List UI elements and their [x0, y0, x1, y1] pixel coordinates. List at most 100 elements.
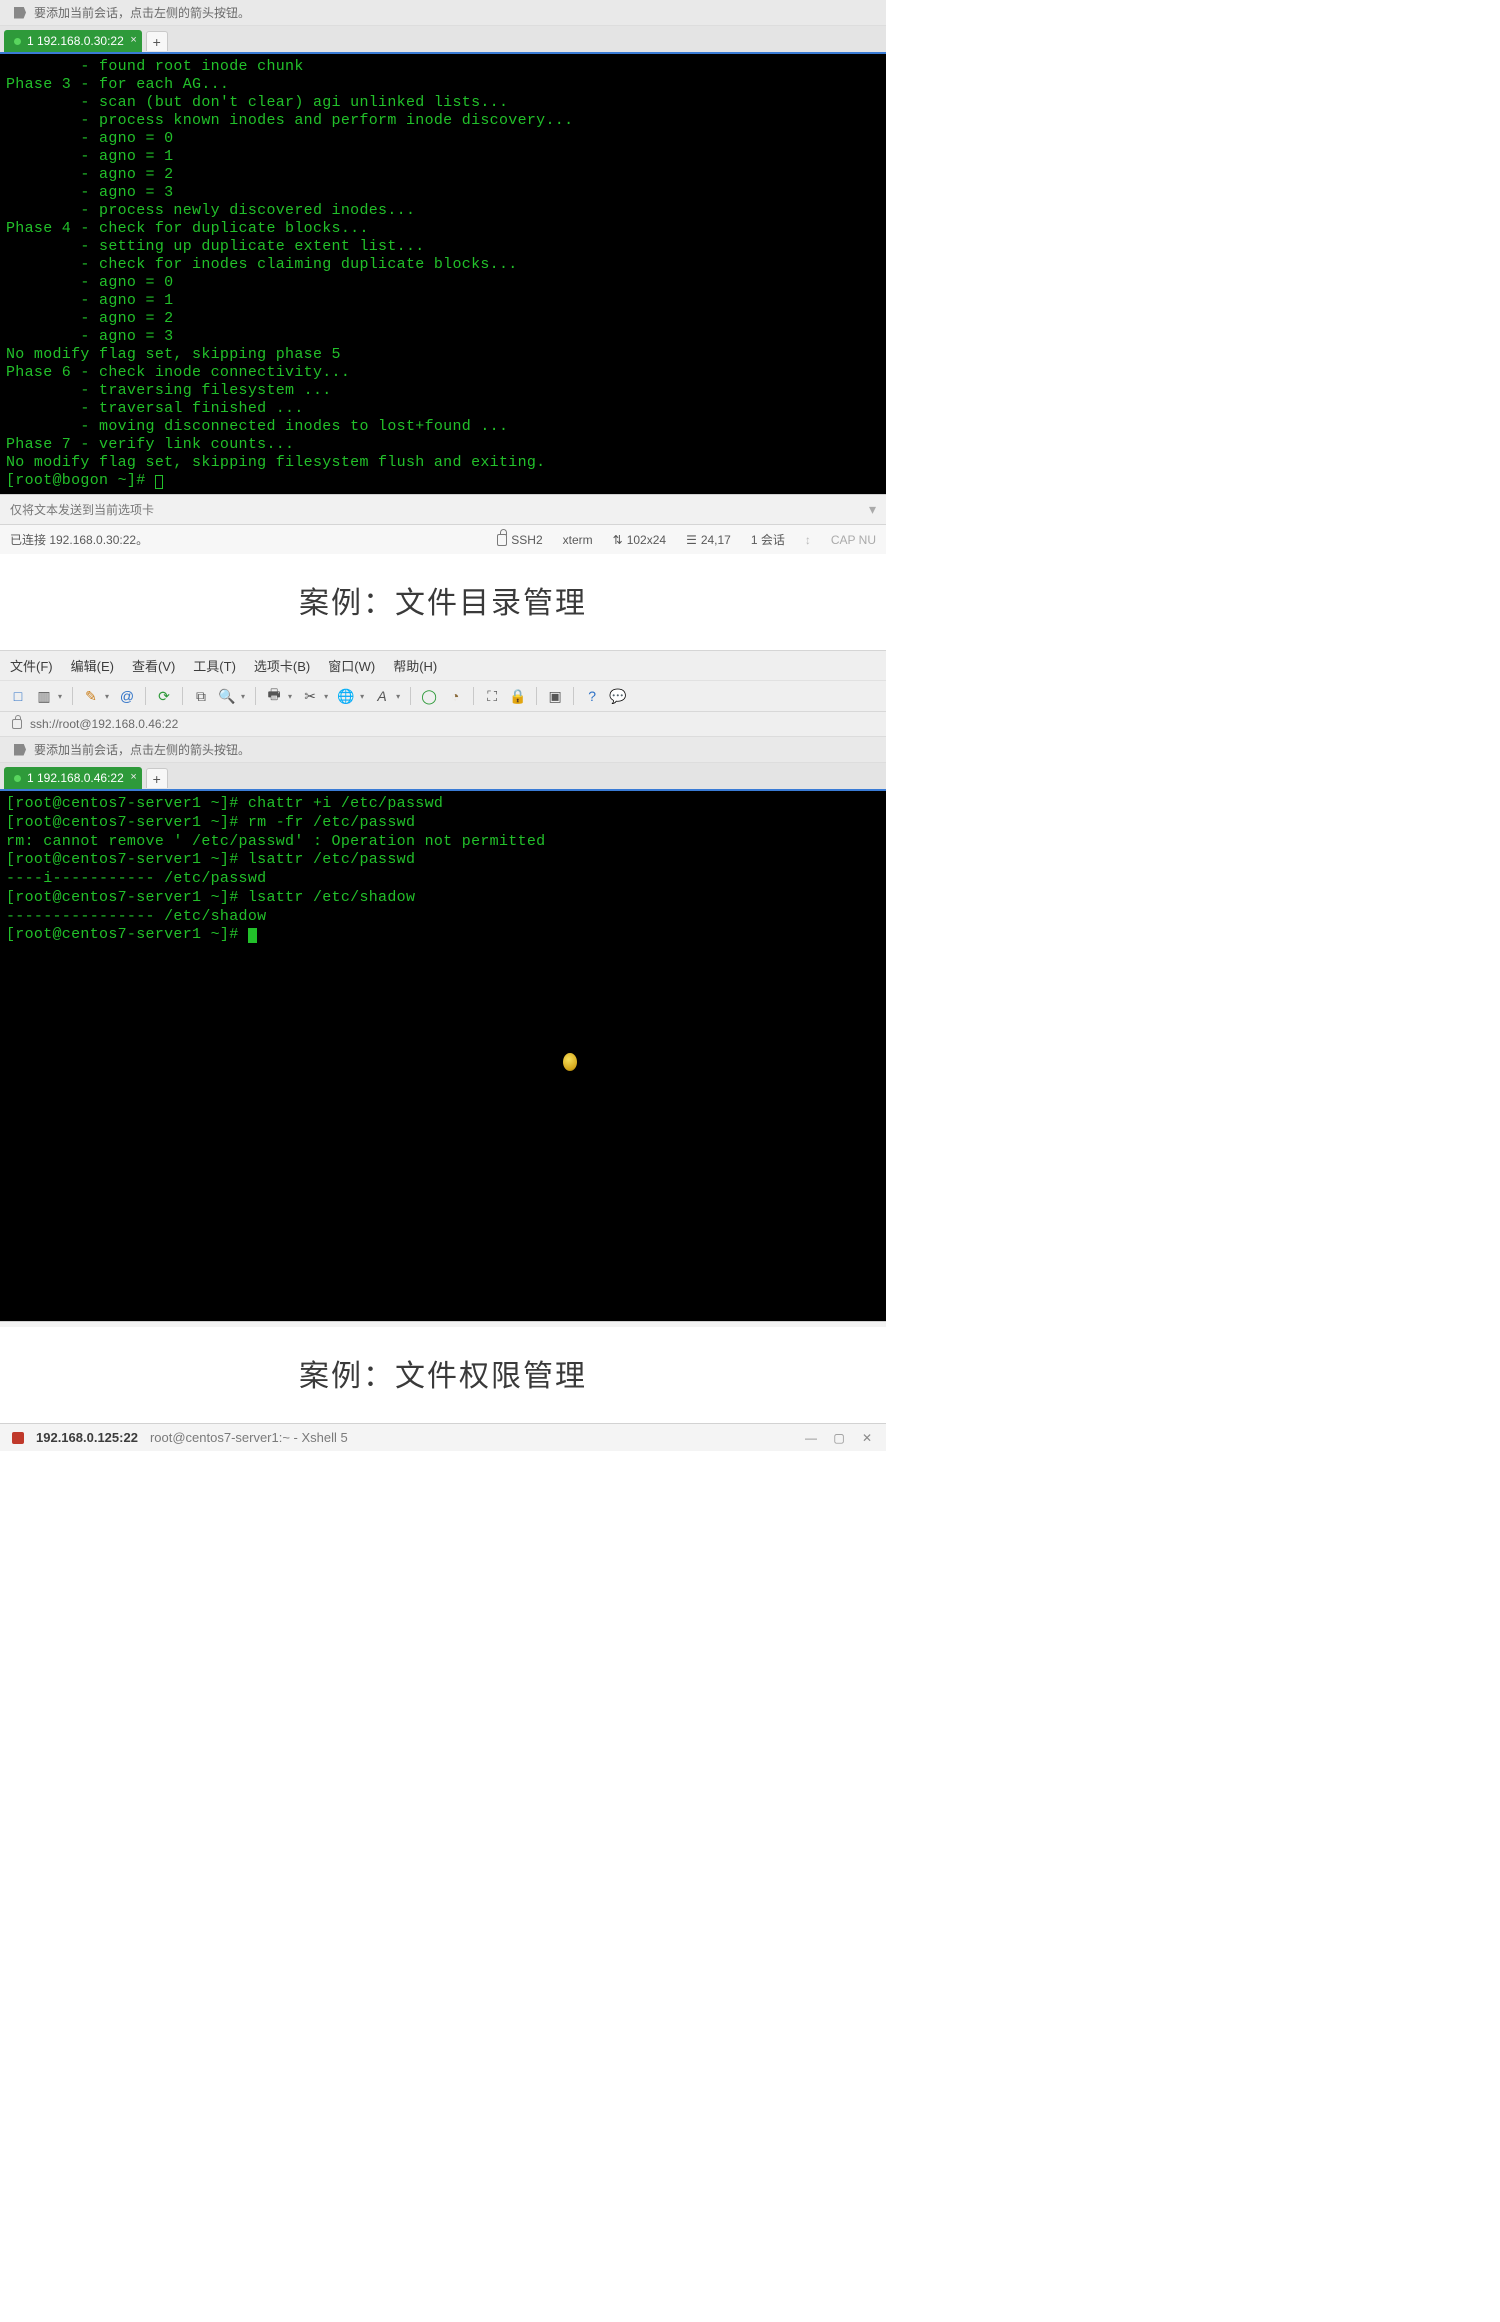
fullscreen-icon[interactable]: ⛶ — [484, 688, 500, 704]
session-tab-1[interactable]: 1 192.168.0.30:22 × — [4, 30, 142, 52]
arrow-flag-icon — [14, 7, 26, 19]
session-tab-2[interactable]: 1 192.168.0.46:22 × — [4, 767, 142, 789]
tab-label-1: 1 192.168.0.30:22 — [27, 34, 124, 48]
menu-bar: 文件(F) 编辑(E) 查看(V) 工具(T) 选项卡(B) 窗口(W) 帮助(… — [0, 650, 886, 680]
copy-icon[interactable]: ⧉ — [193, 688, 209, 704]
status-updn-icon: ↕ — [805, 533, 811, 547]
close-tab-icon[interactable]: × — [130, 34, 136, 46]
status-bar-1: 已连接 192.168.0.30:22。 SSH2 xterm ⇅ 102x24… — [0, 524, 886, 554]
status-pos: ☰ 24,17 — [686, 533, 731, 547]
status-ssh-label: SSH2 — [511, 533, 542, 547]
paint-icon[interactable]: ◔ — [447, 688, 463, 704]
menu-help[interactable]: 帮助(H) — [393, 656, 437, 675]
toolbar: □ ▥ ▾ ✎ ▾ @ ⟳ ⧉ 🔍 ▾ 🖶 ▾ ✂ ▾ 🌐 ▾ A ▾ ◯ ◔ … — [0, 680, 886, 712]
toolbar-sep-6 — [473, 687, 474, 705]
menu-edit[interactable]: 编辑(E) — [71, 656, 114, 675]
status-size: ⇅ 102x24 — [613, 533, 666, 547]
font-icon[interactable]: A — [374, 688, 390, 704]
chat-icon[interactable]: 💬 — [610, 688, 626, 704]
hint-text-1: 要添加当前会话，点击左侧的箭头按钮。 — [34, 4, 250, 21]
section-heading-2: 案例：文件权限管理 — [0, 1327, 886, 1423]
terminal-output-2[interactable]: [root@centos7-server1 ~]# chattr +i /etc… — [0, 791, 886, 949]
title-bar-3: 192.168.0.125:22 root@centos7-server1:~ … — [0, 1423, 886, 1451]
status-dot-icon — [14, 38, 21, 45]
print-icon[interactable]: 🖶 — [266, 688, 282, 704]
clip-icon[interactable]: ✂ — [302, 688, 318, 704]
hint-bar-2: 要添加当前会话，点击左侧的箭头按钮。 — [0, 737, 886, 763]
app-icon — [12, 1432, 24, 1444]
new-session-icon[interactable]: □ — [10, 688, 26, 704]
toolbar-sep-3 — [182, 687, 183, 705]
font-dropdown-icon[interactable]: ▾ — [396, 692, 400, 701]
clip-dropdown-icon[interactable]: ▾ — [324, 692, 328, 701]
menu-view[interactable]: 查看(V) — [132, 656, 175, 675]
heading-1-text: 案例：文件目录管理 — [299, 587, 587, 620]
address-bar: ssh://root@192.168.0.46:22 — [0, 712, 886, 737]
highlight-cursor-icon — [563, 1053, 577, 1071]
pencil-icon[interactable]: ✎ — [83, 688, 99, 704]
chevron-down-icon[interactable]: ▾ — [869, 501, 876, 518]
plus-icon: + — [153, 34, 161, 50]
pencil-dropdown-icon[interactable]: ▾ — [105, 692, 109, 701]
search-icon[interactable]: 🔍 — [219, 688, 235, 704]
tab-strip-2: 1 192.168.0.46:22 × + — [0, 763, 886, 791]
at-icon[interactable]: @ — [119, 688, 135, 704]
globe-icon[interactable]: 🌐 — [338, 688, 354, 704]
send-bar-text: 仅将文本发送到当前选项卡 — [10, 501, 154, 518]
status-connected: 已连接 192.168.0.30:22。 — [10, 531, 477, 548]
tab-strip-1: 1 192.168.0.30:22 × + — [0, 26, 886, 54]
tab-label-2: 1 192.168.0.46:22 — [27, 771, 124, 785]
refresh-icon[interactable]: ⟳ — [156, 688, 172, 704]
minimize-button[interactable]: — — [804, 1431, 818, 1445]
maximize-button[interactable]: ▢ — [832, 1431, 846, 1445]
hint-text-2: 要添加当前会话，点击左侧的箭头按钮。 — [34, 741, 250, 758]
cursor-icon — [155, 475, 163, 489]
status-pos-val: 24,17 — [701, 533, 731, 547]
menu-file[interactable]: 文件(F) — [10, 656, 53, 675]
status-dot-icon-2 — [14, 775, 21, 782]
status-caps: CAP NU — [831, 533, 876, 547]
title-rest: root@centos7-server1:~ - Xshell 5 — [150, 1430, 348, 1445]
arrow-flag-icon-2 — [14, 744, 26, 756]
address-text[interactable]: ssh://root@192.168.0.46:22 — [30, 717, 178, 731]
status-term: xterm — [563, 533, 593, 547]
toolbar-sep-2 — [145, 687, 146, 705]
open-icon[interactable]: ▥ — [36, 688, 52, 704]
status-size-val: 102x24 — [627, 533, 666, 547]
status-sessions: 1 会话 — [751, 531, 785, 548]
menu-tools[interactable]: 工具(T) — [193, 656, 236, 675]
menu-tabs[interactable]: 选项卡(B) — [254, 656, 310, 675]
cursor-icon-2 — [248, 928, 257, 943]
close-window-button[interactable]: ✕ — [860, 1431, 874, 1445]
address-lock-icon — [12, 719, 22, 729]
toolbar-sep-8 — [573, 687, 574, 705]
lock-toolbar-icon[interactable]: 🔒 — [510, 688, 526, 704]
add-tab-button-2[interactable]: + — [146, 768, 168, 788]
help-icon[interactable]: ? — [584, 688, 600, 704]
section-heading-1: 案例：文件目录管理 — [0, 554, 886, 650]
search-dropdown-icon[interactable]: ▾ — [241, 692, 245, 701]
lock-icon — [497, 534, 507, 546]
dashboard-icon[interactable]: ▣ — [547, 688, 563, 704]
toolbar-sep-5 — [410, 687, 411, 705]
plus-icon-2: + — [153, 771, 161, 787]
print-dropdown-icon[interactable]: ▾ — [288, 692, 292, 701]
terminal-output-1[interactable]: - found root inode chunk Phase 3 - for e… — [0, 54, 886, 494]
menu-window[interactable]: 窗口(W) — [328, 656, 375, 675]
pos-icon: ☰ — [686, 533, 697, 547]
toolbar-sep-7 — [536, 687, 537, 705]
close-tab-icon-2[interactable]: × — [130, 771, 136, 783]
terminal-wrapper-2: [root@centos7-server1 ~]# chattr +i /etc… — [0, 791, 886, 1321]
palette-icon[interactable]: ◯ — [421, 688, 437, 704]
send-bar[interactable]: 仅将文本发送到当前选项卡 ▾ — [0, 494, 886, 524]
toolbar-sep-1 — [72, 687, 73, 705]
title-host: 192.168.0.125:22 — [36, 1430, 138, 1445]
status-ssh: SSH2 — [497, 533, 542, 547]
open-dropdown-icon[interactable]: ▾ — [58, 692, 62, 701]
add-tab-button[interactable]: + — [146, 31, 168, 51]
toolbar-sep-4 — [255, 687, 256, 705]
size-icon: ⇅ — [613, 533, 623, 547]
globe-dropdown-icon[interactable]: ▾ — [360, 692, 364, 701]
heading-2-text: 案例：文件权限管理 — [299, 1360, 587, 1393]
hint-bar-1: 要添加当前会话，点击左侧的箭头按钮。 — [0, 0, 886, 26]
